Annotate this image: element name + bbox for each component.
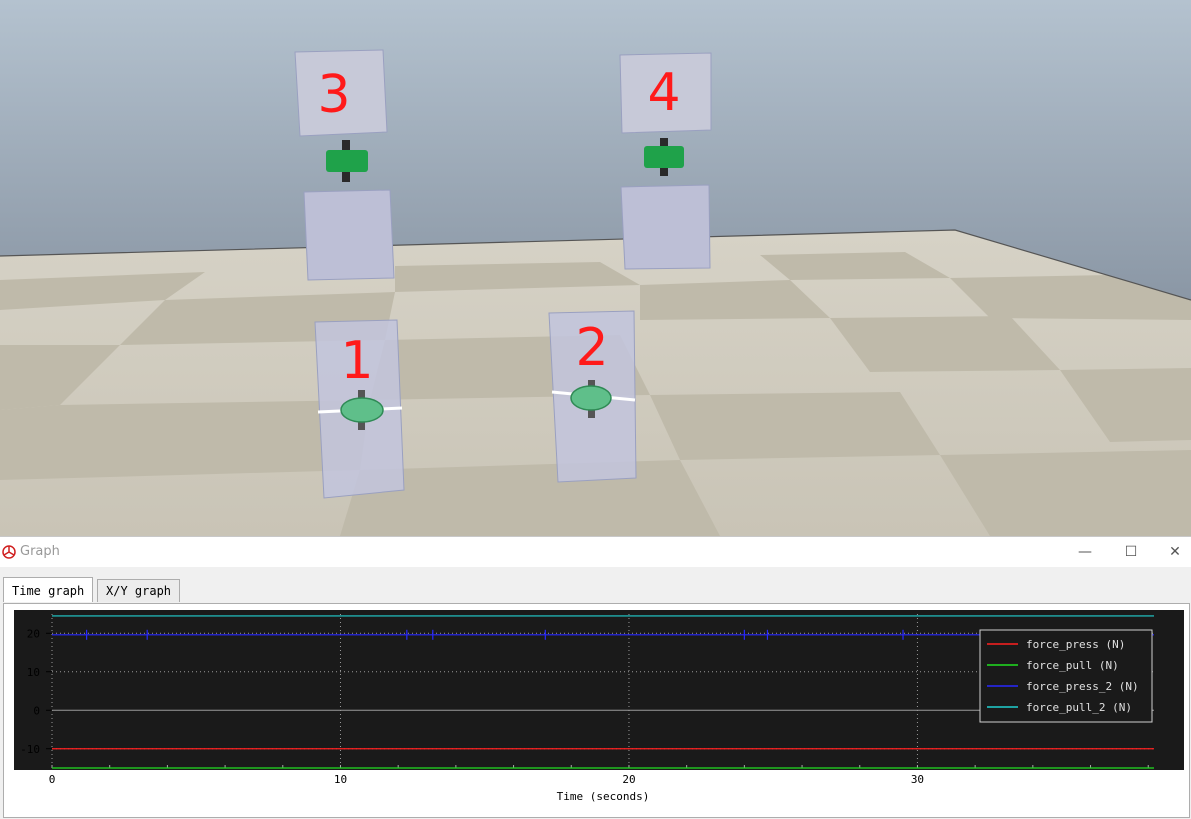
maximize-button[interactable]: ☐ xyxy=(1108,537,1154,567)
minimize-button[interactable]: — xyxy=(1062,537,1108,567)
tab-xy-graph[interactable]: X/Y graph xyxy=(97,579,181,602)
tab-time-graph[interactable]: Time graph xyxy=(3,577,94,602)
x-tick-label: 0 xyxy=(49,773,56,786)
graph-window: Graph — ☐ ✕ Time graph X/Y graph 20 10 0 -1… xyxy=(0,536,1191,819)
module-2-sensor xyxy=(570,385,612,411)
x-tick-label: 10 xyxy=(334,773,347,786)
x-tick-label: 30 xyxy=(911,773,924,786)
module-4-bottom-block xyxy=(620,184,711,270)
x-axis-label: Time (seconds) xyxy=(557,790,650,803)
simulation-viewport[interactable]: 3 4 1 2 xyxy=(0,0,1191,536)
module-1-sensor xyxy=(340,397,384,423)
minimize-icon: — xyxy=(1078,544,1092,560)
module-2-label: 2 xyxy=(575,318,608,378)
time-graph-panel: 20 10 0 -10 0 10 20 30 Time (seconds) force_press… xyxy=(3,603,1190,818)
module-4-sensor xyxy=(644,146,684,168)
y-tick-label: 10 xyxy=(27,666,40,679)
app-logo-icon xyxy=(2,545,16,559)
maximize-icon: ☐ xyxy=(1124,544,1138,560)
y-tick-label: -10 xyxy=(20,743,40,756)
module-1[interactable]: 1 xyxy=(314,319,405,499)
graph-titlebar[interactable]: Graph — ☐ ✕ xyxy=(0,537,1191,567)
y-tick-label: 20 xyxy=(27,627,40,640)
close-icon: ✕ xyxy=(1169,544,1181,560)
close-button[interactable]: ✕ xyxy=(1152,537,1191,567)
module-3-label: 3 xyxy=(317,65,350,125)
legend-label: force_press (N) xyxy=(1026,638,1125,651)
module-3-bottom-block xyxy=(303,189,395,281)
legend-label: force_pull_2 (N) xyxy=(1026,701,1132,714)
module-4-label: 4 xyxy=(647,63,680,123)
scene-canvas[interactable]: 3 4 1 2 xyxy=(0,0,1191,536)
legend-label: force_press_2 (N) xyxy=(1026,680,1139,693)
module-3-sensor xyxy=(326,150,368,172)
module-1-label: 1 xyxy=(340,331,373,391)
legend-label: force_pull (N) xyxy=(1026,659,1119,672)
module-2[interactable]: 2 xyxy=(548,310,637,483)
y-tick-label: 0 xyxy=(33,704,40,717)
time-graph-chart[interactable]: 20 10 0 -10 0 10 20 30 Time (seconds) force_press… xyxy=(4,604,1189,817)
x-tick-label: 20 xyxy=(622,773,635,786)
window-title: Graph xyxy=(20,544,60,559)
